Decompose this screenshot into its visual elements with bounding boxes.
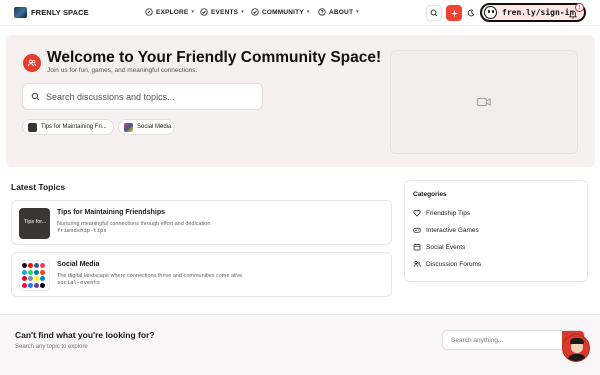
nav-community[interactable]: COMMUNITY ▾: [251, 8, 310, 16]
chevron-down-icon: ▾: [241, 9, 244, 15]
latest-topics-heading: Latest Topics: [11, 182, 66, 192]
nav-community-label: COMMUNITY: [262, 8, 304, 16]
topic-slug: social-events: [57, 280, 101, 286]
search-icon: [430, 9, 438, 17]
topic-title: Social Media: [57, 261, 100, 268]
page-title: Welcome to Your Friendly Community Space…: [47, 49, 382, 66]
category-friendship-tips[interactable]: Friendship Tips: [413, 209, 470, 217]
topic-thumb-text: Tips for...: [24, 219, 47, 225]
chevron-down-icon: ▾: [191, 9, 195, 15]
video-camera-icon: [477, 98, 491, 106]
hero-search-input[interactable]: [46, 91, 246, 102]
nav-about[interactable]: ABOUT ▾: [318, 8, 359, 16]
topic-title: Tips for Maintaining Friendships: [57, 209, 165, 216]
header-search-button[interactable]: [426, 5, 442, 21]
community-icon: [23, 54, 41, 72]
chip-thumbnail: [124, 122, 133, 132]
sparkle-button[interactable]: [446, 5, 462, 21]
footer-search-input[interactable]: [451, 336, 561, 344]
top-nav-bar: FRENLY SPACE EXPLORE ▾ EVENTS ▾ COMMUNIT…: [0, 0, 600, 26]
users-icon: [413, 260, 421, 268]
chip-label: Tips for Maintaining Fri...: [41, 124, 107, 130]
category-discussion-forums[interactable]: Discussion Forums: [413, 260, 481, 268]
check-circle-icon: [200, 8, 208, 16]
category-label: Friendship Tips: [426, 209, 471, 217]
topic-slug: friendship-tips: [57, 228, 107, 234]
gamepad-icon: [413, 226, 421, 234]
sign-in-label: fren.ly/sign-in: [502, 8, 575, 17]
check-circle-icon: [251, 8, 259, 16]
page-subtitle: Join us for fun, games, and meaningful c…: [47, 67, 198, 74]
nav-about-label: ABOUT: [329, 8, 354, 16]
brand-logo[interactable]: [14, 7, 27, 18]
topic-card-social-media[interactable]: Social Media The digital landscape where…: [11, 252, 392, 297]
category-label: Discussion Forums: [426, 260, 482, 268]
topic-thumbnail: Tips for...: [19, 208, 50, 239]
category-interactive-games[interactable]: Interactive Games: [413, 226, 479, 234]
moon-icon: [467, 9, 475, 17]
compass-icon: [145, 8, 153, 16]
nav-events[interactable]: EVENTS ▾: [200, 8, 244, 16]
nav-events-label: EVENTS: [211, 8, 239, 16]
category-label: Social Events: [426, 243, 466, 251]
nav-explore-label: EXPLORE: [156, 8, 189, 16]
video-placeholder[interactable]: [390, 50, 578, 154]
topic-description: The digital landscape where connections …: [57, 273, 243, 279]
calendar-icon: [413, 243, 421, 251]
hero-search-box[interactable]: [22, 83, 263, 110]
topic-description: Nurturing meaningful connections through…: [57, 221, 211, 227]
categories-heading: Categories: [413, 191, 447, 198]
sparkle-icon: [450, 9, 458, 17]
nav-explore[interactable]: EXPLORE ▾: [145, 8, 194, 16]
search-icon: [31, 92, 40, 101]
chevron-down-icon: ▾: [356, 9, 359, 15]
heart-icon: [413, 209, 421, 217]
chip-thumbnail: [28, 122, 37, 132]
help-circle-icon: [318, 8, 326, 16]
chevron-down-icon: ▾: [306, 9, 310, 15]
social-media-logos-thumbnail: [19, 260, 50, 291]
footer-subtitle: Search any topic to explore: [15, 344, 88, 350]
chip-social-media[interactable]: Social Media: [118, 119, 175, 135]
category-social-events[interactable]: Social Events: [413, 243, 465, 251]
theme-toggle-button[interactable]: [463, 5, 479, 21]
brand-name[interactable]: FRENLY SPACE: [31, 8, 89, 17]
chip-label: Social Media: [137, 124, 172, 130]
assistant-avatar[interactable]: [562, 334, 590, 362]
category-label: Interactive Games: [426, 226, 479, 234]
footer-title: Can't find what you're looking for?: [15, 330, 155, 340]
topic-card-friendship-tips[interactable]: Tips for... Tips for Maintaining Friends…: [11, 200, 392, 245]
smiley-face-icon: [484, 6, 497, 19]
chip-friendship-tips[interactable]: Tips for Maintaining Fri...: [22, 119, 114, 135]
notification-badge: 1: [575, 3, 584, 12]
categories-panel: Categories Friendship Tips Interactive G…: [404, 180, 588, 282]
